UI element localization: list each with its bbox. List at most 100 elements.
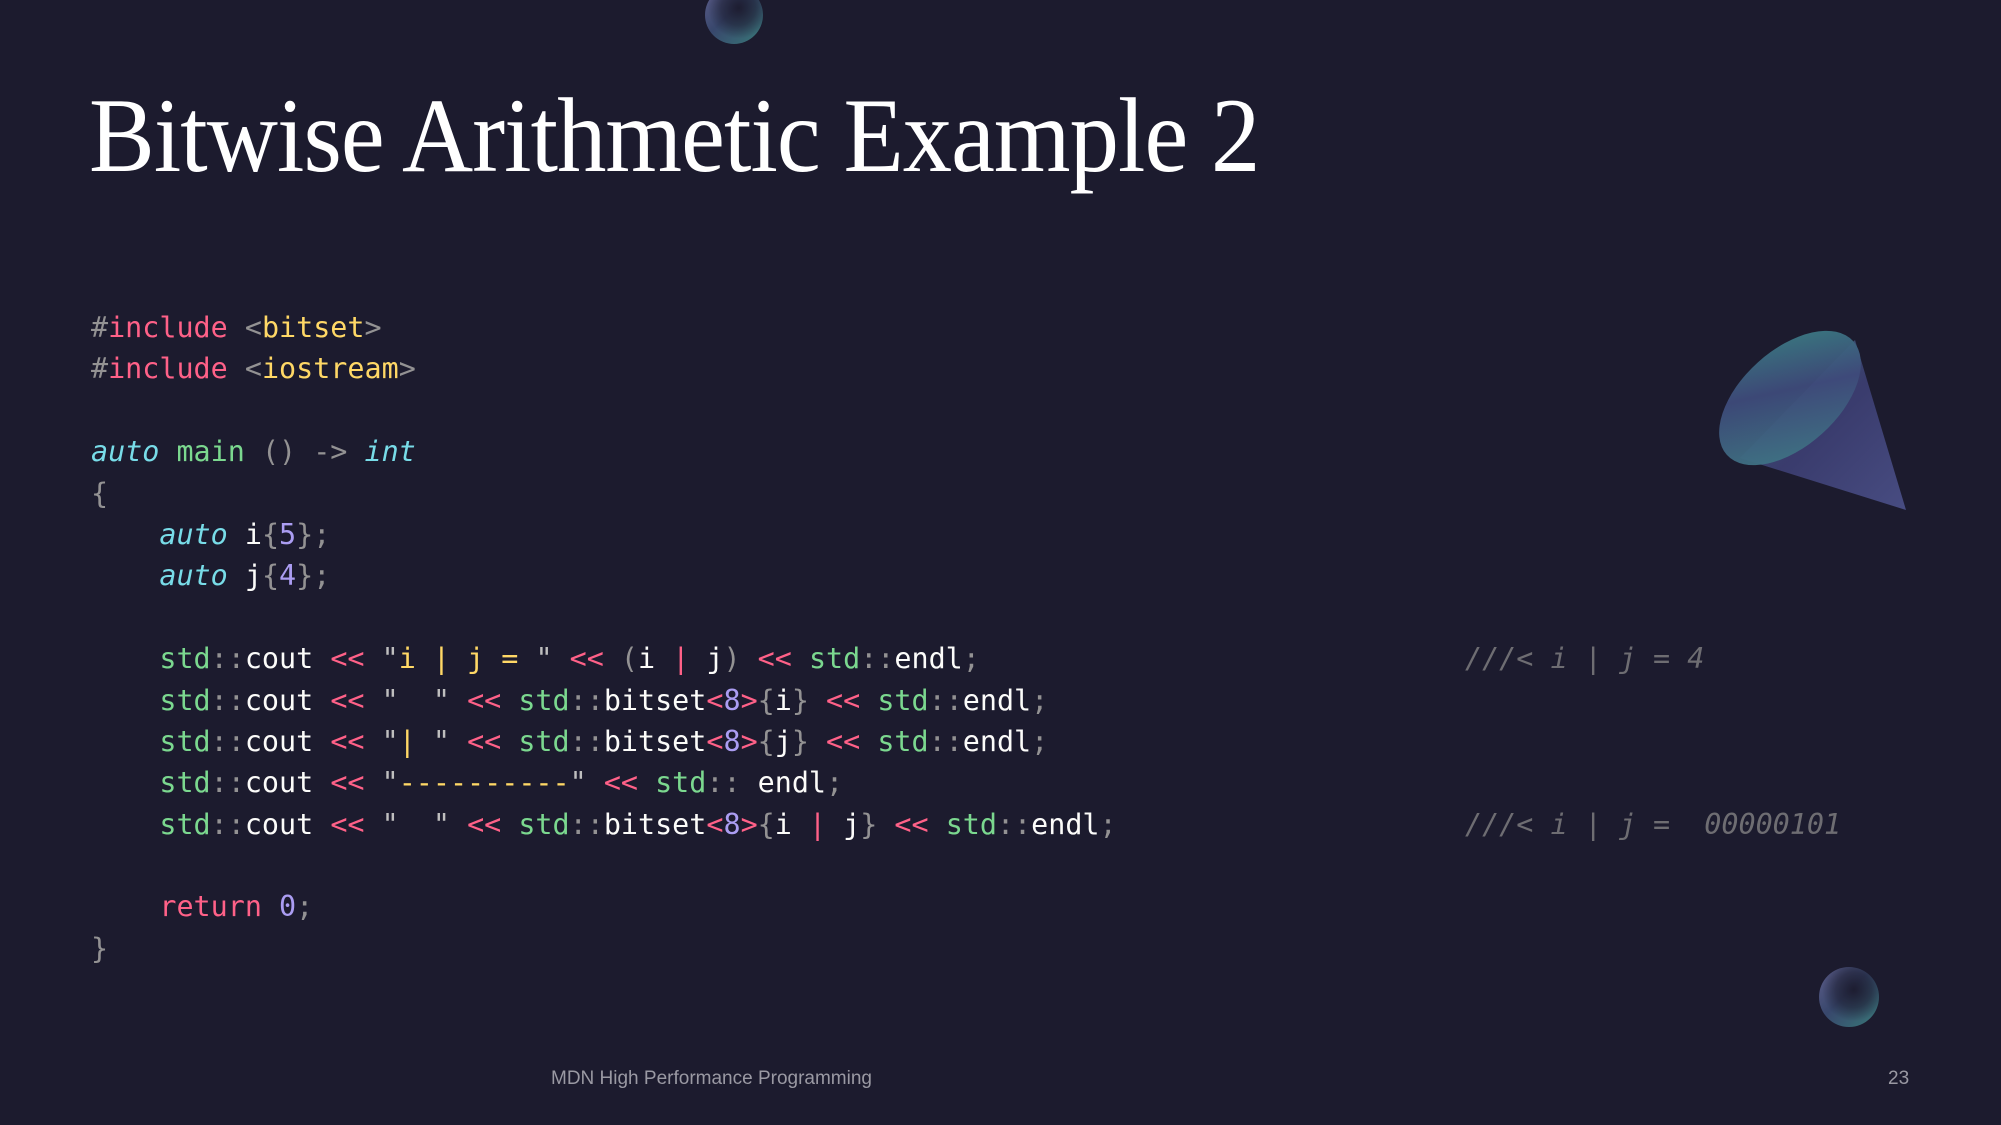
code-quote: " bbox=[381, 642, 399, 676]
code-comment: ///< i | j = 00000101 bbox=[1465, 807, 1842, 841]
code-punctuation: { bbox=[261, 517, 280, 551]
code-string: | bbox=[398, 724, 433, 758]
code-identifier: j bbox=[843, 807, 861, 841]
code-punctuation: :: bbox=[210, 724, 245, 758]
code-identifier: endl bbox=[757, 766, 827, 800]
code-operator: << bbox=[330, 766, 365, 800]
code-identifier: bitset bbox=[603, 724, 707, 758]
code-identifier: i bbox=[638, 642, 656, 676]
code-identifier: cout bbox=[244, 807, 314, 841]
code-quote: " bbox=[381, 683, 399, 717]
code-operator: > bbox=[740, 683, 758, 717]
code-angle-bracket: < bbox=[244, 311, 262, 344]
code-namespace: std bbox=[655, 766, 707, 800]
code-number: 8 bbox=[723, 807, 741, 841]
code-operator: << bbox=[330, 724, 365, 758]
code-identifier: bitset bbox=[603, 807, 707, 841]
code-operator: < bbox=[706, 807, 724, 841]
code-punctuation: ; bbox=[1031, 724, 1049, 758]
code-header-name: bitset bbox=[261, 311, 365, 344]
code-string bbox=[399, 808, 433, 841]
code-identifier: bitset bbox=[603, 683, 707, 717]
code-punctuation: :: bbox=[210, 642, 245, 676]
code-preprocessor: # bbox=[91, 352, 109, 386]
code-quote: " bbox=[381, 766, 399, 800]
code-line: #include <bitset> bbox=[91, 307, 1117, 348]
sphere-decoration-icon bbox=[1819, 967, 1879, 1027]
code-namespace: std bbox=[159, 766, 211, 800]
code-identifier: endl bbox=[962, 724, 1032, 758]
code-quote: " bbox=[535, 642, 553, 676]
code-line: { bbox=[91, 473, 1117, 514]
code-quote: " bbox=[569, 766, 587, 800]
code-punctuation: ; bbox=[962, 642, 980, 676]
inline-comment: ///< i | j = 4 bbox=[1465, 638, 1704, 679]
code-operator: < bbox=[706, 683, 724, 717]
code-line: std::cout << " " << std::bitset<8>{i} <<… bbox=[91, 680, 1117, 721]
code-namespace: std bbox=[518, 807, 570, 841]
code-operator: << bbox=[757, 642, 792, 676]
code-operator: << bbox=[467, 724, 502, 758]
code-line: return 0; bbox=[91, 886, 1117, 927]
code-keyword: include bbox=[108, 311, 228, 344]
code-punctuation: ; bbox=[1031, 683, 1049, 717]
code-number: 5 bbox=[279, 517, 297, 551]
code-operator: | bbox=[808, 807, 827, 841]
code-namespace: std bbox=[159, 642, 211, 676]
code-type: int bbox=[364, 435, 416, 469]
code-number: 4 bbox=[279, 559, 297, 593]
code-identifier: cout bbox=[244, 642, 314, 676]
code-line: } bbox=[91, 928, 1117, 969]
code-punctuation: :: bbox=[569, 807, 604, 841]
code-angle-bracket: > bbox=[398, 352, 416, 386]
code-function-name: main bbox=[176, 435, 245, 469]
code-operator: > bbox=[740, 807, 758, 841]
code-namespace: std bbox=[159, 807, 211, 841]
code-punctuation: } bbox=[791, 683, 809, 717]
code-operator: < bbox=[706, 724, 724, 758]
code-punctuation: { bbox=[261, 559, 280, 593]
code-punctuation: } bbox=[860, 807, 878, 841]
code-operator: | bbox=[672, 642, 690, 676]
code-identifier: endl bbox=[1031, 807, 1100, 841]
code-punctuation: :: bbox=[210, 766, 245, 800]
code-block: #include <bitset> #include <iostream> aut… bbox=[91, 307, 1841, 969]
code-operator: << bbox=[330, 642, 365, 676]
code-punctuation: } bbox=[91, 931, 109, 965]
code-punctuation: ; bbox=[296, 890, 314, 924]
code-line: std::cout << "i | j = " << (i | j) << st… bbox=[91, 638, 1704, 679]
code-identifier: j bbox=[706, 642, 724, 676]
code-punctuation: ) bbox=[723, 642, 741, 676]
code-punctuation: :: bbox=[210, 807, 245, 841]
code-punctuation: { bbox=[757, 807, 775, 841]
code-identifier: i bbox=[774, 683, 792, 717]
code-type: auto bbox=[91, 435, 160, 469]
code-punctuation: ; bbox=[1099, 807, 1117, 841]
code-operator: << bbox=[826, 683, 861, 717]
code-punctuation: { bbox=[757, 724, 775, 758]
